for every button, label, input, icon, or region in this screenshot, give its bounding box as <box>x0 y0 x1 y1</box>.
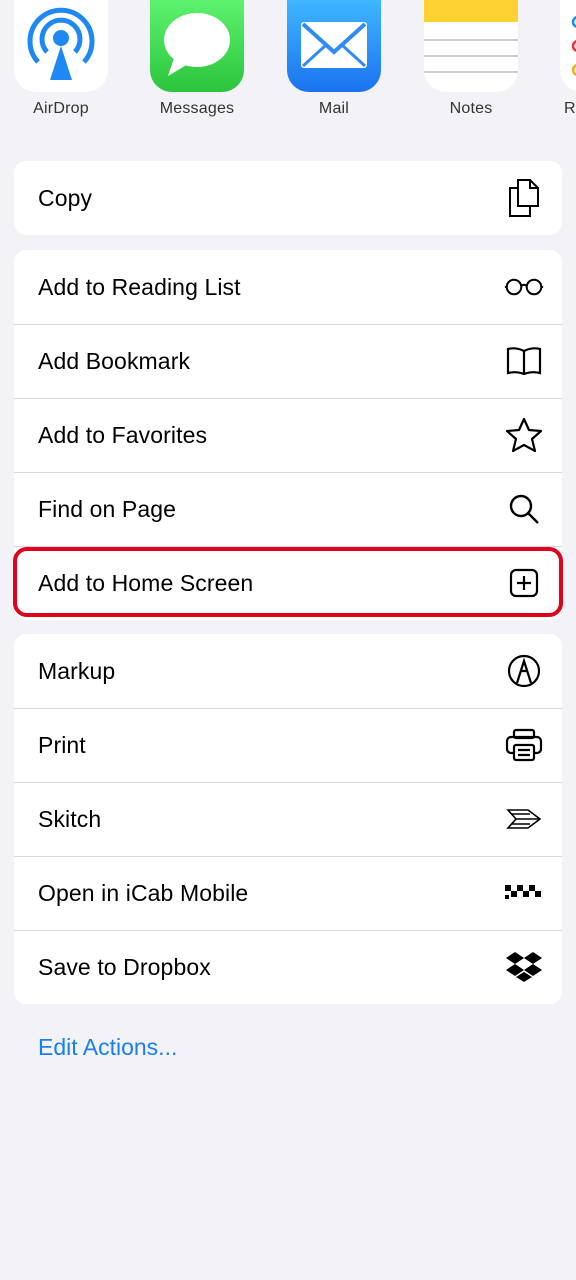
action-label: Copy <box>38 184 93 211</box>
action-markup[interactable]: Markup <box>14 634 562 708</box>
action-label: Print <box>38 731 86 758</box>
action-find-on-page[interactable]: Find on Page <box>14 472 562 546</box>
reminders-icon <box>560 0 576 92</box>
extensions-group: Markup Print Skitch Open in iCab Mobile … <box>14 634 562 1004</box>
add-square-icon <box>504 563 544 603</box>
action-label: Add to Reading List <box>38 273 241 300</box>
app-reminders[interactable]: R <box>552 0 576 118</box>
action-label: Skitch <box>38 805 102 832</box>
action-label: Add to Favorites <box>38 421 208 448</box>
mail-icon <box>287 0 381 92</box>
airdrop-icon <box>14 0 108 92</box>
action-label: Open in iCab Mobile <box>38 879 249 906</box>
action-label: Find on Page <box>38 495 177 522</box>
app-label: Messages <box>159 100 235 117</box>
action-add-to-reading-list[interactable]: Add to Reading List <box>14 250 562 324</box>
actions-group: Add to Reading List Add Bookmark Add to … <box>14 250 562 620</box>
search-icon <box>504 489 544 529</box>
star-icon <box>504 415 544 455</box>
app-messages[interactable]: Messages <box>142 0 252 118</box>
app-airdrop[interactable]: AirDrop <box>6 0 116 118</box>
action-label: Save to Dropbox <box>38 953 211 980</box>
action-label: Markup <box>38 657 116 684</box>
skitch-icon <box>504 799 544 839</box>
icab-icon <box>504 873 544 913</box>
app-label: Notes <box>449 100 493 117</box>
app-label: AirDrop <box>33 100 89 117</box>
dropbox-icon <box>504 947 544 987</box>
share-apps-row: AirDrop Messages Mail Notes R <box>0 0 576 130</box>
app-label: R <box>564 100 576 117</box>
action-label: Add Bookmark <box>38 347 191 374</box>
copy-group: Copy <box>14 161 562 235</box>
app-label: Mail <box>318 100 350 117</box>
action-copy[interactable]: Copy <box>14 161 562 235</box>
printer-icon <box>504 725 544 765</box>
action-add-to-favorites[interactable]: Add to Favorites <box>14 398 562 472</box>
action-add-to-home-screen[interactable]: Add to Home Screen <box>14 546 562 620</box>
glasses-icon <box>504 267 544 307</box>
action-skitch[interactable]: Skitch <box>14 782 562 856</box>
action-print[interactable]: Print <box>14 708 562 782</box>
copy-icon <box>504 178 544 218</box>
action-open-in-icab-mobile[interactable]: Open in iCab Mobile <box>14 856 562 930</box>
notes-icon <box>424 0 518 92</box>
book-icon <box>504 341 544 381</box>
action-save-to-dropbox[interactable]: Save to Dropbox <box>14 930 562 1004</box>
markup-icon <box>504 651 544 691</box>
app-mail[interactable]: Mail <box>279 0 389 118</box>
action-add-bookmark[interactable]: Add Bookmark <box>14 324 562 398</box>
action-label: Add to Home Screen <box>38 569 254 596</box>
app-notes[interactable]: Notes <box>416 0 526 118</box>
edit-actions-link[interactable]: Edit Actions... <box>38 1034 177 1061</box>
messages-icon <box>150 0 244 92</box>
